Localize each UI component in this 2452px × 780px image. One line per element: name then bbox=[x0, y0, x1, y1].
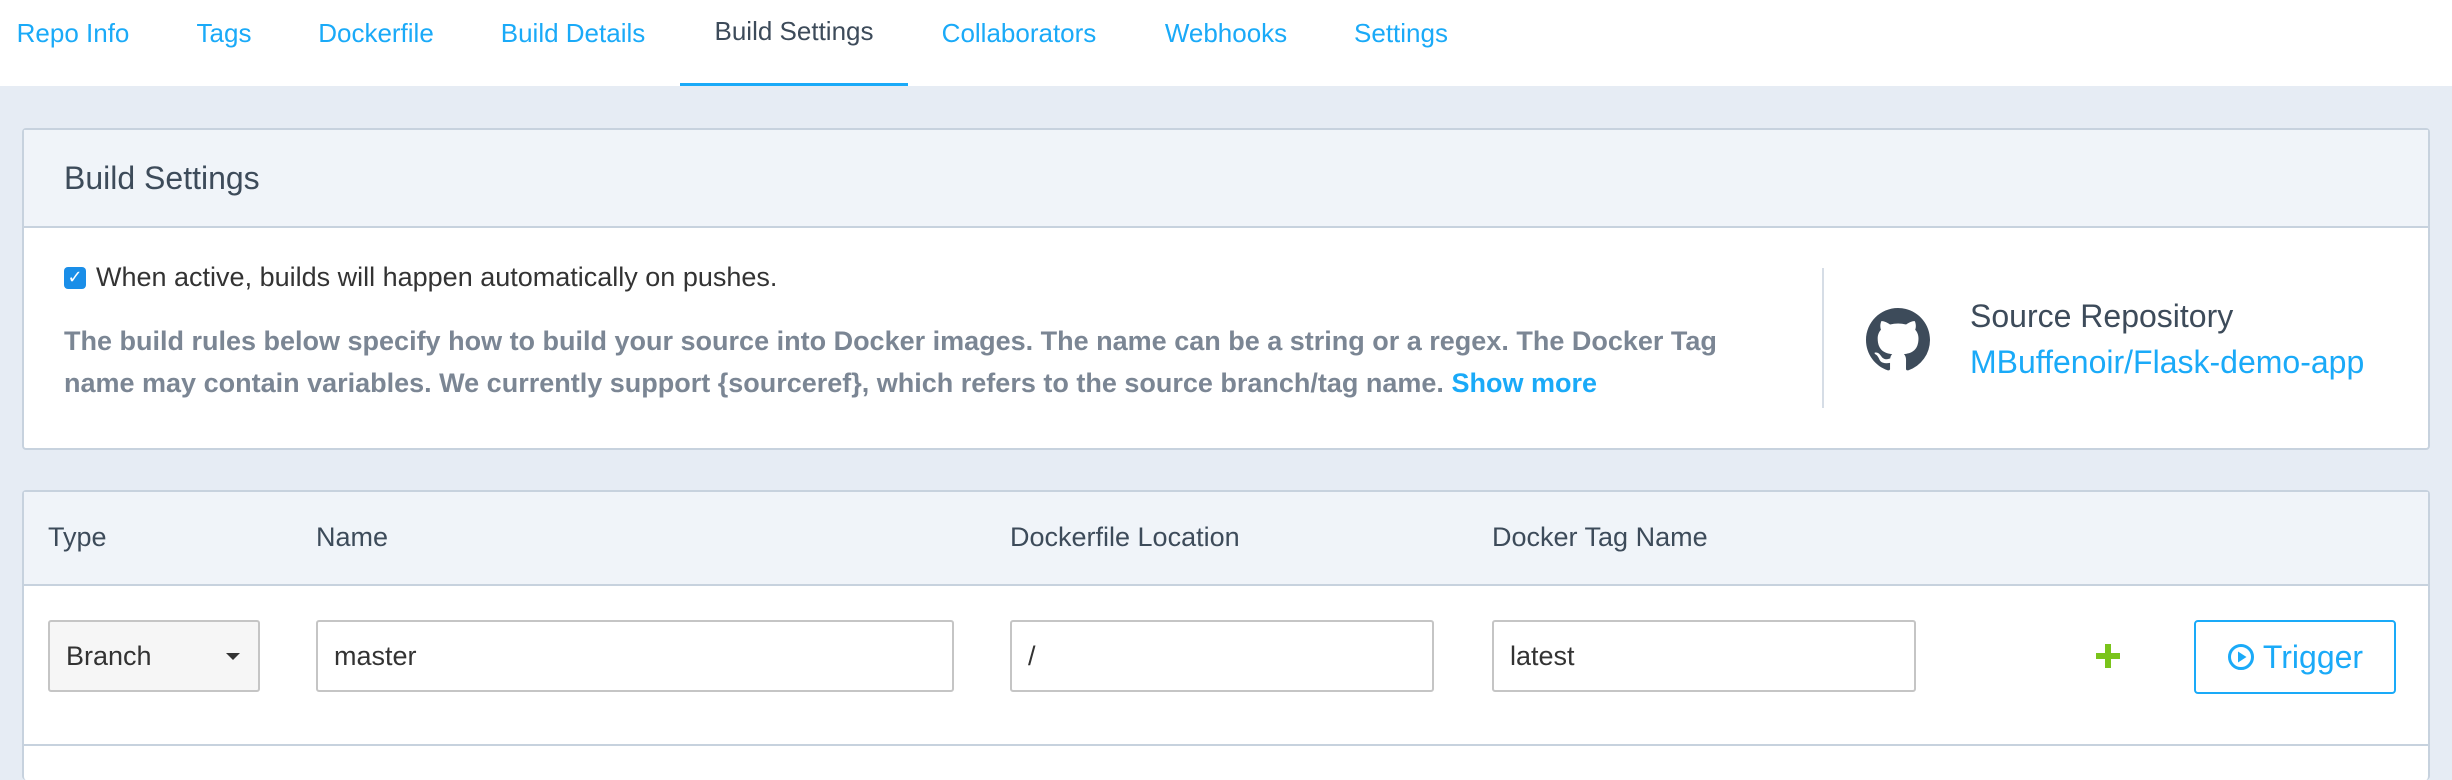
docker-tag-name-input[interactable] bbox=[1492, 620, 1916, 692]
type-select-value: Branch bbox=[66, 640, 152, 671]
plus-icon bbox=[2096, 644, 2120, 668]
auto-build-label: When active, builds will happen automati… bbox=[96, 262, 778, 292]
github-icon bbox=[1866, 308, 1930, 371]
tab-label: Settings bbox=[1354, 17, 1448, 48]
tab-repo-info[interactable]: Repo Info bbox=[0, 0, 146, 86]
header-name: Name bbox=[316, 522, 389, 552]
tab-webhooks[interactable]: Webhooks bbox=[1150, 0, 1302, 86]
tab-label: Build Settings bbox=[714, 16, 874, 46]
divider bbox=[1822, 268, 1824, 408]
play-circle-icon bbox=[2227, 644, 2254, 670]
show-more-link[interactable]: Show more bbox=[1451, 368, 1597, 398]
source-repository-label: Source Repository bbox=[1970, 298, 2234, 334]
repo-tab-bar: Repo Info Tags Dockerfile Build Details … bbox=[0, 0, 2452, 86]
source-repository-link[interactable]: MBuffenoir/Flask-demo-app bbox=[1970, 344, 2364, 381]
name-input[interactable] bbox=[316, 620, 954, 692]
panel-title: Build Settings bbox=[64, 160, 260, 196]
header-dockerfile-location: Dockerfile Location bbox=[1010, 522, 1240, 552]
header-type: Type bbox=[48, 522, 107, 552]
tab-dockerfile[interactable]: Dockerfile bbox=[302, 0, 450, 86]
table-header: Type Name Dockerfile Location Docker Tag… bbox=[24, 492, 2428, 586]
tab-label: Build Details bbox=[500, 17, 646, 48]
header-docker-tag-name: Docker Tag Name bbox=[1492, 522, 1708, 552]
tab-label: Dockerfile bbox=[318, 17, 434, 48]
tab-collaborators[interactable]: Collaborators bbox=[930, 0, 1108, 86]
build-rules-description: The build rules below specify how to bui… bbox=[64, 320, 1794, 404]
tab-build-settings[interactable]: Build Settings bbox=[680, 0, 908, 86]
caret-down-icon bbox=[226, 652, 240, 660]
tab-label: Tags bbox=[196, 17, 252, 48]
trigger-label: Trigger bbox=[2262, 638, 2364, 675]
auto-build-row: ✓ When active, builds will happen automa… bbox=[64, 262, 777, 293]
tab-label: Collaborators bbox=[941, 17, 1097, 48]
build-settings-panel: Build Settings ✓ When active, builds wil… bbox=[22, 128, 2430, 450]
panel-header: Build Settings bbox=[24, 130, 2428, 228]
add-rule-button[interactable] bbox=[2084, 632, 2132, 680]
tab-settings[interactable]: Settings bbox=[1340, 0, 1462, 86]
tab-tags[interactable]: Tags bbox=[180, 0, 268, 86]
type-select[interactable]: Branch bbox=[48, 620, 260, 692]
auto-build-checkbox[interactable]: ✓ bbox=[64, 266, 86, 289]
dockerfile-location-input[interactable] bbox=[1010, 620, 1434, 692]
tab-build-details[interactable]: Build Details bbox=[486, 0, 660, 86]
tab-label: Repo Info bbox=[16, 17, 130, 48]
build-rules-table: Type Name Dockerfile Location Docker Tag… bbox=[22, 490, 2430, 780]
tab-label: Webhooks bbox=[1164, 17, 1288, 48]
trigger-button[interactable]: Trigger bbox=[2194, 620, 2396, 694]
row-divider bbox=[24, 744, 2428, 746]
